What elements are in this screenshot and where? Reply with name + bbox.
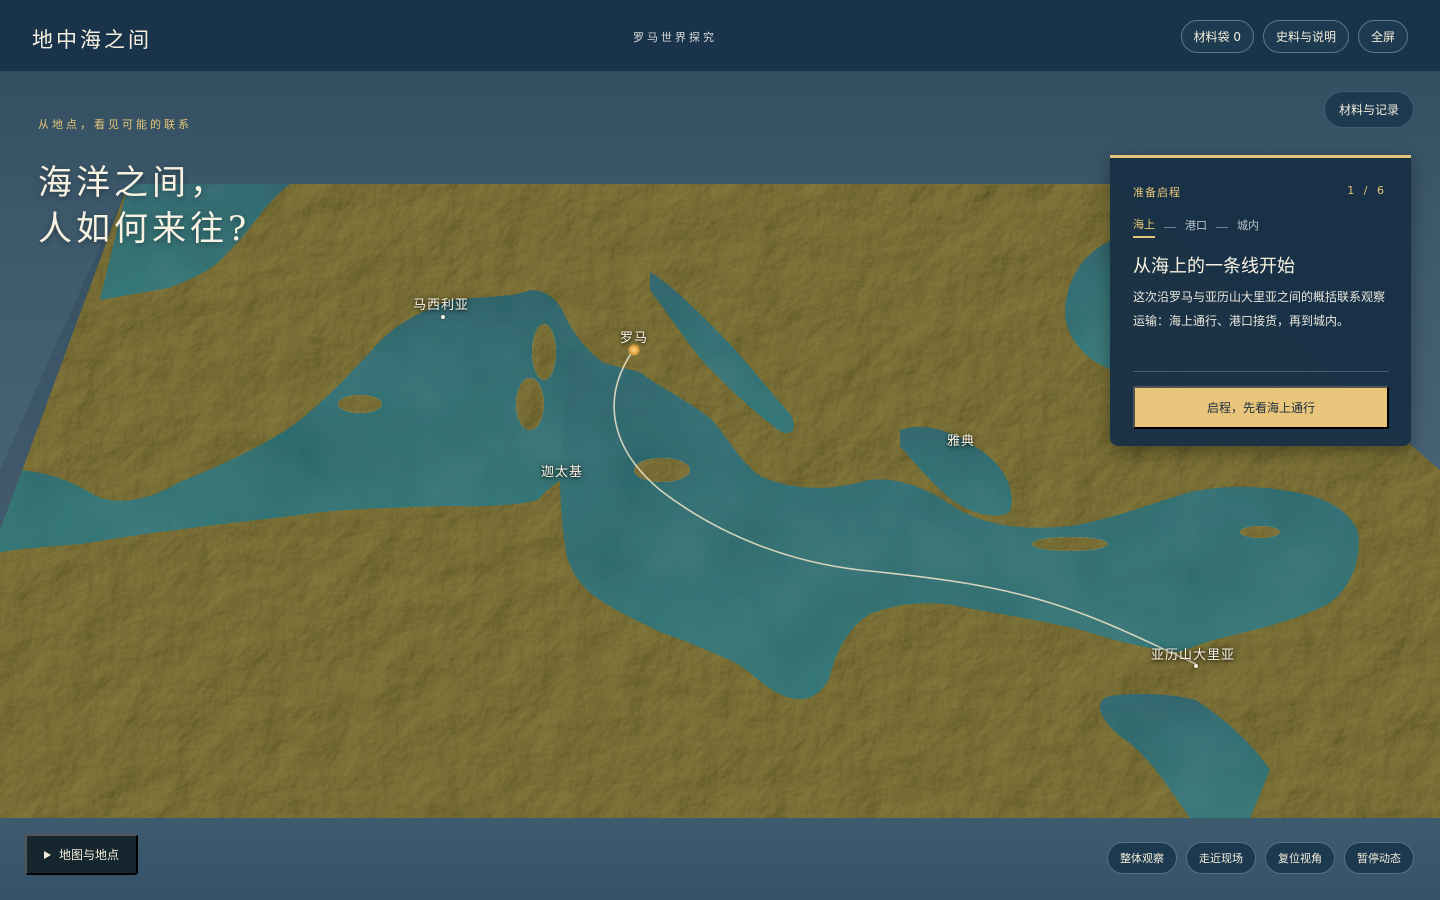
alexandria-marker-icon[interactable]	[1194, 664, 1198, 668]
close-up-button[interactable]: 走近现场	[1186, 842, 1256, 874]
materials-bag-button[interactable]: 材料袋 0	[1180, 20, 1254, 53]
step-divider	[1216, 226, 1228, 228]
place-label-athens[interactable]: 雅典	[947, 430, 975, 449]
hero-headline-line-1: 海洋之间，	[38, 163, 228, 203]
place-label-massilia[interactable]: 马西利亚	[413, 294, 469, 313]
step-city[interactable]: 城内	[1237, 217, 1259, 237]
place-label-rome[interactable]: 罗马	[620, 327, 648, 346]
panel-divider	[1133, 371, 1389, 372]
mediterranean-relief-map[interactable]	[0, 0, 1440, 900]
journey-description: 这次沿罗马与亚历山大里亚之间的概括联系观察运输：海上通行、港口接货，再到城内。	[1133, 290, 1386, 328]
place-label-carthage[interactable]: 迦太基	[541, 461, 583, 480]
materials-records-button[interactable]: 材料与记录	[1323, 91, 1414, 128]
place-label-alexandria[interactable]: 亚历山大里亚	[1151, 644, 1235, 663]
journey-panel: 准备启程 1 / 6 海上 港口 城内 从海上的一条线开始 这次沿罗马与亚历山大…	[1110, 155, 1411, 446]
start-journey-button[interactable]: 启程，先看海上通行	[1133, 386, 1389, 429]
journey-status: 准备启程	[1133, 186, 1181, 199]
view-controls: 整体观察 走近现场 复位视角 暂停动态	[1107, 842, 1414, 874]
map-places-toggle[interactable]: 地图与地点	[25, 834, 139, 875]
top-bar: 地中海之间 罗马世界探究 材料袋 0 史料与说明 全屏	[0, 0, 1440, 72]
map-places-label: 地图与地点	[59, 848, 120, 862]
pause-animation-button[interactable]: 暂停动态	[1344, 842, 1414, 874]
header-actions: 材料袋 0 史料与说明 全屏	[1180, 20, 1408, 53]
hero-headline-line-2: 人如何来往?	[38, 209, 251, 249]
fullscreen-button[interactable]: 全屏	[1357, 20, 1408, 53]
play-triangle-icon	[44, 850, 51, 859]
sources-notes-button[interactable]: 史料与说明	[1262, 20, 1349, 53]
step-divider	[1164, 226, 1176, 228]
map-stage[interactable]: 马西利亚 罗马 迦太基 雅典 亚历山大里亚	[0, 0, 1440, 900]
app-subtitle: 罗马世界探究	[633, 31, 717, 44]
hero-kicker: 从地点，看见可能的联系	[38, 118, 192, 131]
journey-step-count: 1 / 6	[1347, 184, 1387, 197]
massilia-marker-icon[interactable]	[441, 315, 445, 319]
step-sea[interactable]: 海上	[1133, 216, 1155, 238]
reset-view-button[interactable]: 复位视角	[1265, 842, 1335, 874]
overview-button[interactable]: 整体观察	[1107, 842, 1177, 874]
step-port[interactable]: 港口	[1185, 217, 1207, 237]
hero-headline: 海洋之间， 人如何来往?	[38, 160, 250, 252]
journey-stepper: 海上 港口 城内	[1133, 216, 1259, 238]
journey-title: 从海上的一条线开始	[1133, 256, 1295, 277]
